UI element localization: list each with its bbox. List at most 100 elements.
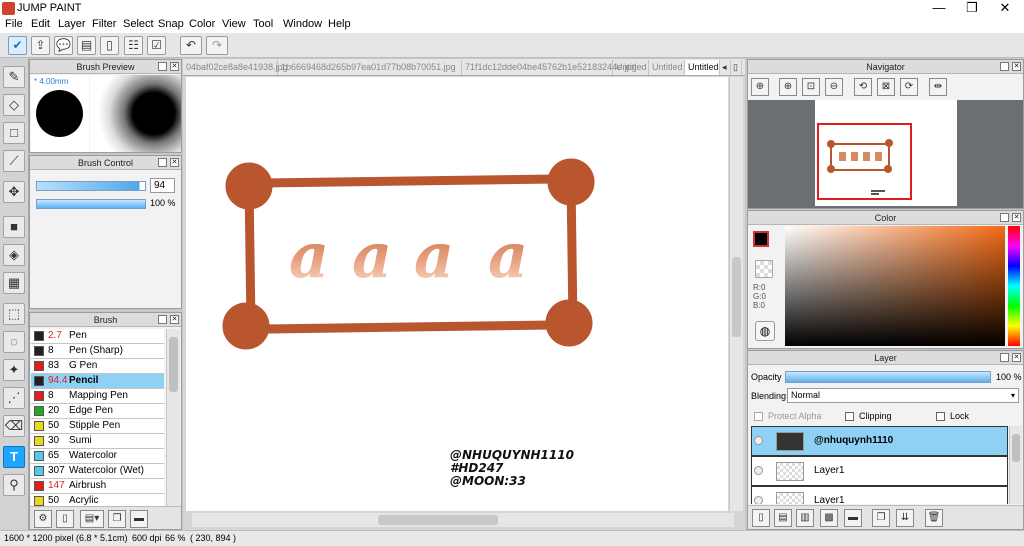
transparent-color-swatch[interactable] [755, 260, 773, 278]
tab-untitled-1[interactable]: Untitled [613, 60, 649, 75]
text-balloon-icon[interactable]: ▤ [77, 36, 96, 55]
text-tool-icon[interactable]: T [3, 446, 25, 468]
panel-close-icon[interactable]: ✕ [1012, 353, 1021, 362]
delete-layer-icon[interactable]: 🗑 [925, 509, 943, 527]
new-tone-layer-icon[interactable]: ▩ [820, 509, 838, 527]
share-icon[interactable]: ⇪ [31, 36, 50, 55]
brush-item[interactable]: 94.4 Pencil [31, 374, 164, 389]
panel-close-icon[interactable]: ✕ [170, 62, 179, 71]
undo-icon[interactable]: ↶ [180, 36, 202, 55]
float-icon[interactable] [1000, 353, 1009, 362]
navigator-view[interactable] [748, 100, 1023, 208]
layer-row[interactable]: Layer1 [751, 456, 1008, 486]
menu-layer[interactable]: Layer [58, 18, 86, 30]
lasso-select-icon[interactable]: ◌ [3, 331, 25, 353]
new-raster-layer-icon[interactable]: ▤ [774, 509, 792, 527]
menu-filter[interactable]: Filter [92, 18, 116, 30]
brush-item[interactable]: 147 Airbrush [31, 479, 164, 494]
brush-item[interactable]: 2.7 Pen [31, 329, 164, 344]
shape-tool-icon[interactable]: □ [3, 122, 25, 144]
speech-bubble-icon[interactable]: 💬 [54, 36, 73, 55]
float-icon[interactable] [158, 158, 167, 167]
brush-item[interactable]: 65 Watercolor [31, 449, 164, 464]
maximize-button[interactable]: ❐ [955, 0, 989, 17]
new-layer-icon[interactable]: ▯ [752, 509, 770, 527]
brush-item[interactable]: 50 Stipple Pen [31, 419, 164, 434]
rotate-right-icon[interactable]: ⟳ [900, 78, 918, 96]
layer-row[interactable]: @nhuquynh1110 [751, 426, 1008, 456]
float-icon[interactable] [158, 315, 167, 324]
visibility-icon[interactable] [754, 436, 763, 445]
menu-edit[interactable]: Edit [31, 18, 50, 30]
select-eraser-icon[interactable]: ⌫ [3, 415, 25, 437]
canvas-vertical-scrollbar[interactable] [729, 77, 743, 511]
close-button[interactable]: ✕ [988, 0, 1022, 17]
visibility-icon[interactable] [754, 466, 763, 475]
zoom-in-icon[interactable]: ⊕ [779, 78, 797, 96]
magic-wand-icon[interactable]: ✦ [3, 359, 25, 381]
tab-untitled-2[interactable]: Untitled [649, 60, 685, 75]
panel-close-icon[interactable]: ✕ [1012, 213, 1021, 222]
clipping-checkbox[interactable] [845, 412, 854, 421]
visibility-icon[interactable] [754, 496, 763, 504]
new-brush-icon[interactable]: ▯ [56, 510, 74, 528]
tab-doc-3[interactable]: 71f1dc12dde04be45762b1e52183244e.jpg [462, 60, 637, 75]
protect-alpha-checkbox[interactable] [754, 412, 763, 421]
menu-tool[interactable]: Tool [253, 18, 273, 30]
menu-window[interactable]: Window [283, 18, 322, 30]
menu-snap[interactable]: Snap [158, 18, 184, 30]
tab-doc-1[interactable]: 04baf02ce8a8e41938.jpg [183, 60, 288, 75]
blending-select[interactable]: Normal ▾ [787, 388, 1019, 403]
scroll-thumb[interactable] [1012, 434, 1020, 462]
brush-item[interactable]: 8 Pen (Sharp) [31, 344, 164, 359]
panel-close-icon[interactable]: ✕ [1012, 62, 1021, 71]
merge-layer-icon[interactable]: ⇊ [896, 509, 914, 527]
eraser-tool-icon[interactable]: ◇ [3, 94, 25, 116]
line-tool-icon[interactable]: ⟋ [3, 150, 25, 172]
brush-size-slider[interactable] [36, 181, 146, 191]
scroll-thumb[interactable] [378, 515, 498, 525]
menu-select[interactable]: Select [123, 18, 154, 30]
brush-item[interactable]: 307 Watercolor (Wet) [31, 464, 164, 479]
menu-view[interactable]: View [222, 18, 246, 30]
brush-menu-icon[interactable]: ▤▾ [80, 510, 104, 528]
primary-color-swatch[interactable] [753, 231, 769, 247]
duplicate-layer-icon[interactable]: ❐ [872, 509, 890, 527]
lock-checkbox[interactable] [936, 412, 945, 421]
tab-scroll-left-icon[interactable]: ◂ [722, 60, 731, 75]
brush-item[interactable]: 20 Edge Pen [31, 404, 164, 419]
panel-close-icon[interactable]: ✕ [170, 158, 179, 167]
canvas-horizontal-scrollbar[interactable] [192, 513, 734, 527]
brush-opacity-slider[interactable] [36, 199, 146, 209]
new-folder-icon[interactable]: ▬ [844, 509, 862, 527]
move-tool-icon[interactable]: ✥ [3, 181, 25, 203]
list-icon[interactable]: ☷ [124, 36, 143, 55]
layer-list-scrollbar[interactable] [1009, 426, 1022, 504]
brush-item[interactable]: 30 Sumi [31, 434, 164, 449]
folder-icon[interactable]: ▬ [130, 510, 148, 528]
tab-scroll-right-icon[interactable]: ▯ [733, 60, 742, 75]
bucket-tool-icon[interactable]: ◈ [3, 244, 25, 266]
float-icon[interactable] [158, 62, 167, 71]
gradient-tool-icon[interactable]: ▦ [3, 272, 25, 294]
layer-row[interactable]: Layer1 [751, 486, 1008, 504]
eyedropper-tool-icon[interactable]: ⚲ [3, 474, 25, 496]
new-text-layer-icon[interactable]: ▥ [796, 509, 814, 527]
float-icon[interactable] [1000, 213, 1009, 222]
copy-brush-icon[interactable]: ❐ [108, 510, 126, 528]
reset-rotation-icon[interactable]: ⊠ [877, 78, 895, 96]
pen-tool-icon[interactable]: ✎ [3, 66, 25, 88]
rotate-left-icon[interactable]: ⟲ [854, 78, 872, 96]
menu-help[interactable]: Help [328, 18, 351, 30]
sync-icon[interactable]: ✔ [8, 36, 27, 55]
flip-icon[interactable]: ⇹ [929, 78, 947, 96]
hue-slider[interactable] [1008, 226, 1020, 346]
float-icon[interactable] [1000, 62, 1009, 71]
tab-doc-2[interactable]: 1b6669468d265b97ea01d77b08b70051.jpg [278, 60, 462, 75]
brush-item[interactable]: 83 G Pen [31, 359, 164, 374]
fill-rect-tool-icon[interactable]: ■ [3, 216, 25, 238]
brush-item[interactable]: 8 Mapping Pen [31, 389, 164, 404]
redo-icon[interactable]: ↷ [206, 36, 228, 55]
panel-close-icon[interactable]: ✕ [170, 315, 179, 324]
zoom-out-icon[interactable]: ⊖ [825, 78, 843, 96]
